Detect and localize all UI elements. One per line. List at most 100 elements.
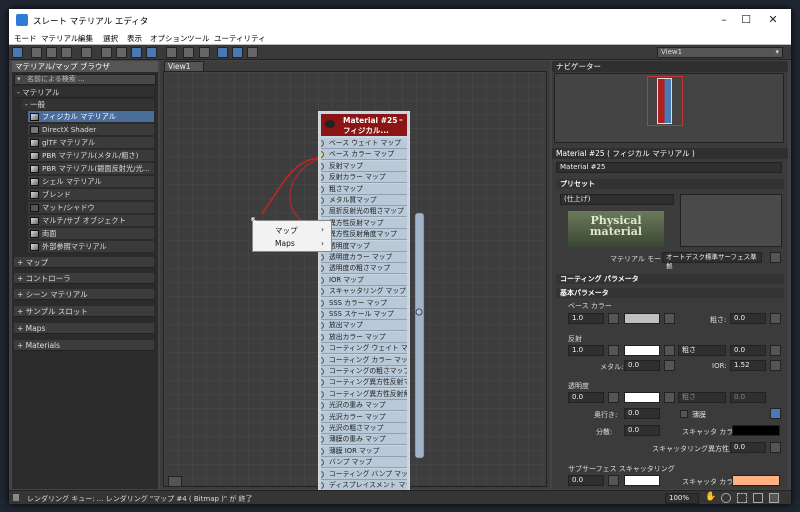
port-socket-icon[interactable] xyxy=(321,413,324,421)
browser-search-input[interactable]: ▾ 名前による検索 ... xyxy=(14,74,156,85)
port-socket-icon[interactable] xyxy=(321,311,324,318)
port-socket-icon[interactable] xyxy=(321,174,324,182)
port-socket-icon[interactable] xyxy=(321,140,324,147)
material-parameters-icon[interactable] xyxy=(199,47,210,58)
trans-color-map-button[interactable] xyxy=(664,392,675,403)
port-socket-icon[interactable] xyxy=(321,482,324,489)
node-input-port[interactable]: 薄膜 IOR マップ xyxy=(321,445,407,457)
node-input-port[interactable]: バンプ マップ xyxy=(321,457,407,469)
base-color-map-button[interactable] xyxy=(664,313,675,324)
port-socket-icon[interactable] xyxy=(321,379,324,387)
sss-weight-map-button[interactable] xyxy=(608,475,619,486)
zoom-icon[interactable] xyxy=(721,493,731,503)
menu-utilities[interactable]: ユーティリティ xyxy=(214,33,266,44)
pan-icon[interactable] xyxy=(168,476,182,487)
select-tool-icon[interactable] xyxy=(12,47,23,58)
category-scene-materials[interactable]: + シーン マテリアル xyxy=(14,289,154,300)
refl-rough-spinner[interactable]: 0.0 xyxy=(730,345,766,356)
refl-color-swatch[interactable] xyxy=(624,345,660,356)
minimize-icon[interactable]: – xyxy=(715,13,733,27)
layout-all-icon[interactable] xyxy=(166,47,177,58)
node-input-port[interactable]: 異方性反射角度マップ xyxy=(321,229,407,241)
context-item-map[interactable]: マップ xyxy=(275,225,298,236)
base-weight-spinner[interactable]: 1.0 xyxy=(568,313,604,324)
maximize-icon[interactable]: ☐ xyxy=(737,13,755,27)
port-socket-icon[interactable] xyxy=(321,345,324,353)
refl-weight-map-button[interactable] xyxy=(608,345,619,356)
lock-icon[interactable] xyxy=(770,408,781,419)
menu-edit[interactable]: 編集 xyxy=(78,33,93,44)
node-input-port[interactable]: 光沢の重み マップ xyxy=(321,400,407,412)
dispersion-spinner[interactable]: 0.0 xyxy=(624,425,660,436)
ior-map-button[interactable] xyxy=(770,360,781,371)
material-node[interactable]: Material #25 フィジカル... – ベース ウェイト マップ ベース … xyxy=(318,111,410,497)
port-socket-icon[interactable] xyxy=(321,436,324,444)
browser-item[interactable]: 外部参照マテリアル xyxy=(28,241,154,253)
node-view-canvas[interactable]: Material #25 フィジカル... – ベース ウェイト マップ ベース … xyxy=(163,71,547,497)
node-input-port[interactable]: ベース ウェイト マップ xyxy=(321,138,407,149)
lock-icon[interactable] xyxy=(247,47,258,58)
node-input-port[interactable]: 放出カラー マップ xyxy=(321,331,407,343)
port-socket-icon[interactable] xyxy=(321,470,324,478)
menu-options[interactable]: オプション xyxy=(150,33,188,44)
node-header[interactable]: Material #25 フィジカル... – xyxy=(321,114,407,136)
node-input-port[interactable]: コーティング ウェイト マップ xyxy=(321,343,407,355)
browser-item[interactable]: 両面 xyxy=(28,228,154,240)
basic-params-rollout[interactable]: 基本パラメータ xyxy=(556,288,784,298)
node-input-port[interactable]: 放出マップ xyxy=(321,320,407,332)
node-input-port[interactable]: コーティングの粗さマップ xyxy=(321,366,407,377)
move-children-icon[interactable] xyxy=(101,47,112,58)
node-input-port[interactable]: 透明度マップ xyxy=(321,240,407,252)
pan-hand-icon[interactable]: ✋ xyxy=(705,492,716,502)
refl-rough-mode-dropdown[interactable]: 粗さ xyxy=(678,345,726,356)
show-map-icon[interactable] xyxy=(131,47,142,58)
port-socket-icon[interactable] xyxy=(321,333,324,341)
menu-view[interactable]: 表示 xyxy=(127,33,142,44)
mode-options-icon[interactable] xyxy=(770,252,781,263)
scatter-aniso-map-button[interactable] xyxy=(770,442,781,453)
node-input-port[interactable]: 粗さマップ xyxy=(321,183,407,195)
put-to-scene-icon[interactable] xyxy=(61,47,72,58)
hide-slots-icon[interactable] xyxy=(116,47,127,58)
node-input-port[interactable]: 屈折反射光の粗さマップ xyxy=(321,206,407,218)
port-socket-icon[interactable] xyxy=(321,459,324,467)
node-input-port[interactable]: 反射カラー マップ xyxy=(321,172,407,184)
port-socket-icon[interactable] xyxy=(321,151,324,159)
port-socket-icon[interactable] xyxy=(321,162,324,170)
node-input-port[interactable]: コーティング バンプ マップ xyxy=(321,468,407,480)
port-socket-icon[interactable] xyxy=(321,322,324,330)
node-input-port[interactable]: SSS カラー マップ xyxy=(321,297,407,309)
category-controllers[interactable]: + コントローラ xyxy=(14,273,154,284)
preset-dropdown[interactable]: (仕上げ) xyxy=(560,194,674,205)
port-socket-icon[interactable] xyxy=(321,197,324,204)
roughness-spinner[interactable]: 0.0 xyxy=(730,313,766,324)
close-icon[interactable]: ✕ xyxy=(764,13,782,27)
browser-item[interactable]: PBR マテリアル(メタル/粗さ) xyxy=(28,150,154,162)
node-input-port[interactable]: 異方性反射マップ xyxy=(321,217,407,229)
port-socket-icon[interactable] xyxy=(321,276,324,284)
category-maps-en[interactable]: + Maps xyxy=(14,323,154,334)
node-input-port[interactable]: コーティング カラー マップ xyxy=(321,354,407,366)
node-input-port[interactable]: 反射マップ xyxy=(321,160,407,172)
node-input-port[interactable]: コーティング異方性反射角... xyxy=(321,388,407,400)
refl-rough-map-button[interactable] xyxy=(770,345,781,356)
refl-color-map-button[interactable] xyxy=(664,345,675,356)
material-mode-dropdown[interactable]: オートデスク標準サーフェス準拠 xyxy=(662,252,762,270)
pick-material-icon[interactable] xyxy=(46,47,57,58)
metal-map-button[interactable] xyxy=(664,360,675,371)
port-socket-icon[interactable] xyxy=(321,299,324,307)
metal-spinner[interactable]: 0.0 xyxy=(624,360,660,371)
browser-item[interactable]: マット/シャドウ xyxy=(28,202,154,214)
refl-weight-spinner[interactable]: 1.0 xyxy=(568,345,604,356)
node-collapse-icon[interactable]: – xyxy=(399,115,403,124)
port-socket-icon[interactable] xyxy=(321,185,324,193)
ior-spinner[interactable]: 1.52 xyxy=(730,360,766,371)
material-name-field[interactable]: Material #25 xyxy=(556,162,782,173)
depth-spinner[interactable]: 0.0 xyxy=(624,408,660,419)
menu-mode[interactable]: モード xyxy=(14,33,37,44)
browser-item[interactable]: PBR マテリアル(鏡面反射光/光... xyxy=(28,163,154,175)
roughness-map-button[interactable] xyxy=(770,313,781,324)
port-socket-icon[interactable] xyxy=(321,368,324,375)
category-maps[interactable]: + マップ xyxy=(14,257,154,268)
coating-rollout[interactable]: コーティング パラメータ xyxy=(556,274,784,284)
